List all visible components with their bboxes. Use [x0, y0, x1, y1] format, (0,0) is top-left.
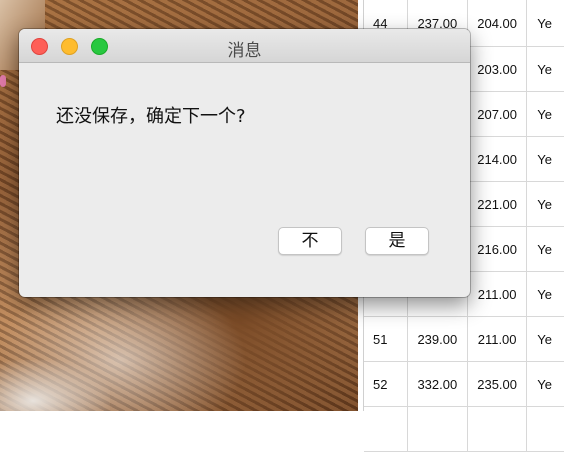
table-cell: 221.00 [467, 181, 528, 227]
table-cell [364, 406, 408, 452]
table-cell: 207.00 [467, 91, 528, 137]
table-cell: 214.00 [467, 136, 528, 182]
message-dialog: 消息 还没保存，确定下一个? 不 是 [19, 29, 470, 297]
table-row[interactable] [364, 406, 564, 452]
table-cell: 235.00 [467, 361, 528, 407]
table-cell: 51 [364, 316, 408, 362]
table-cell: Ye [526, 361, 564, 407]
table-cell: 211.00 [467, 271, 528, 317]
yes-button[interactable]: 是 [365, 227, 429, 255]
table-cell: 216.00 [467, 226, 528, 272]
table-cell [407, 406, 468, 452]
table-cell: 239.00 [407, 316, 468, 362]
table-row[interactable]: 51 239.00 211.00 Ye [364, 316, 564, 362]
table-cell: Ye [526, 316, 564, 362]
table-cell: Ye [526, 0, 564, 47]
dialog-title: 消息 [227, 41, 262, 61]
table-cell: Ye [526, 46, 564, 92]
table-cell: 211.00 [467, 316, 528, 362]
table-row[interactable]: 52 332.00 235.00 Ye [364, 361, 564, 407]
table-cell: 332.00 [407, 361, 468, 407]
photo-pink-mark [0, 75, 6, 87]
photo-light-area [0, 360, 110, 411]
table-cell: 204.00 [467, 0, 528, 47]
table-cell: 203.00 [467, 46, 528, 92]
table-cell [526, 406, 564, 452]
dialog-titlebar[interactable]: 消息 [19, 29, 470, 63]
table-cell: Ye [526, 271, 564, 317]
table-cell: 52 [364, 361, 408, 407]
table-cell: Ye [526, 226, 564, 272]
table-cell [467, 406, 528, 452]
dialog-message: 还没保存，确定下一个? [56, 106, 246, 127]
table-cell: Ye [526, 136, 564, 182]
no-button[interactable]: 不 [278, 227, 342, 255]
table-cell: Ye [526, 181, 564, 227]
table-cell: Ye [526, 91, 564, 137]
